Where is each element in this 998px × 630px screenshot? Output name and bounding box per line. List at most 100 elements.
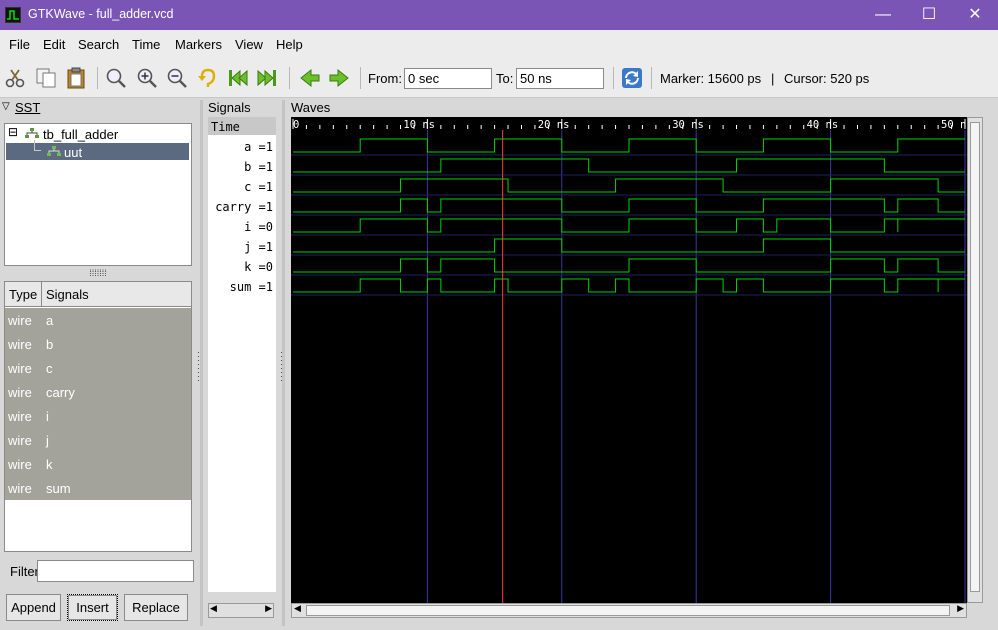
signal-name: j <box>46 433 49 448</box>
toolbar-separator <box>360 67 361 89</box>
waves-horizontal-scrollbar[interactable]: ◀ ▶ <box>291 603 967 618</box>
column-divider[interactable] <box>41 282 42 307</box>
menu-edit[interactable]: Edit <box>43 37 65 52</box>
table-row[interactable]: wire b <box>5 332 191 356</box>
collapse-triangle-icon[interactable]: ▽ <box>2 101 10 112</box>
table-row[interactable]: wire c <box>5 356 191 380</box>
reload-icon[interactable] <box>621 67 643 89</box>
copy-icon[interactable] <box>35 67 57 89</box>
signals-pane: Signals Time a =1 b =1 c =1 carry =1 i =… <box>204 100 280 626</box>
ruler-tick-label: 30 ns <box>672 119 704 131</box>
signal-label-b[interactable]: b =1 <box>244 157 273 177</box>
sst-splitter-handle[interactable]: ⁞⁞⁞⁞⁞⁞⁞ <box>4 268 192 278</box>
scroll-right-icon[interactable]: ▶ <box>957 603 964 614</box>
menu-time[interactable]: Time <box>132 37 160 52</box>
module-icon <box>47 146 61 156</box>
vertical-scroll-thumb[interactable] <box>970 122 980 592</box>
sst-tree: ⊟ tb_full_adder uut <box>4 123 192 266</box>
append-button[interactable]: Append <box>6 594 61 621</box>
signal-label-i[interactable]: i =0 <box>244 217 273 237</box>
signal-name: carry <box>46 385 75 400</box>
signals-pane-title: Signals <box>208 100 251 115</box>
cut-icon[interactable] <box>4 67 26 89</box>
readout-separator: | <box>771 71 775 86</box>
waveform-canvas[interactable]: 0 10 ns 20 ns 30 ns 40 ns 50 ns <box>291 117 967 603</box>
table-row[interactable]: wire a <box>5 308 191 332</box>
menu-help[interactable]: Help <box>276 37 303 52</box>
toolbar: From: To: Marker: 15600 ps | Cursor: 520… <box>0 58 998 98</box>
horizontal-scroll-thumb[interactable] <box>306 605 950 616</box>
signal-name: a <box>46 313 54 328</box>
tree-item-label: uut <box>64 145 83 160</box>
waves-vertical-scrollbar[interactable] <box>967 117 983 603</box>
tree-item-uut[interactable]: uut <box>6 140 189 160</box>
signal-type: wire <box>8 385 32 400</box>
signal-table: Type Signals wire a wire b wire c wire carry… <box>4 281 192 552</box>
filter-input[interactable] <box>37 560 194 582</box>
signal-label-a[interactable]: a =1 <box>244 137 273 157</box>
signal-label-sum[interactable]: sum =1 <box>230 277 273 297</box>
zoom-fit-icon[interactable] <box>105 67 127 89</box>
column-header-type[interactable]: Type <box>9 287 37 302</box>
to-time-input[interactable] <box>516 68 604 89</box>
signal-table-header: Type Signals <box>5 282 191 307</box>
table-row[interactable]: wire sum <box>5 476 191 500</box>
insert-button[interactable]: Insert <box>67 594 118 621</box>
go-to-start-icon[interactable] <box>227 67 249 89</box>
menu-search[interactable]: Search <box>78 37 119 52</box>
signal-type: wire <box>8 409 32 424</box>
zoom-out-icon[interactable] <box>166 67 188 89</box>
signal-label-k[interactable]: k =0 <box>244 257 273 277</box>
go-to-end-icon[interactable] <box>256 67 278 89</box>
signal-type: wire <box>8 313 32 328</box>
signals-horizontal-scrollbar[interactable]: ◀ ▶ <box>208 603 274 618</box>
step-forward-icon[interactable] <box>328 67 350 89</box>
signal-label-c[interactable]: c =1 <box>244 177 273 197</box>
signal-name: c <box>46 361 53 376</box>
sst-header[interactable]: ▽ SST <box>2 100 200 116</box>
menu-view[interactable]: View <box>235 37 263 52</box>
to-label: To: <box>496 71 514 86</box>
table-row[interactable]: wire k <box>5 452 191 476</box>
cursor-readout: Cursor: 520 ps <box>784 71 870 86</box>
scroll-right-icon[interactable]: ▶ <box>265 603 272 614</box>
window-title: GTKWave - full_adder.vcd <box>28 7 174 21</box>
signal-name: sum <box>46 481 71 496</box>
undo-icon[interactable] <box>197 67 219 89</box>
signal-label-carry[interactable]: carry =1 <box>215 197 273 217</box>
column-header-signals[interactable]: Signals <box>46 287 89 302</box>
tree-expander-icon[interactable]: ⊟ <box>8 124 18 141</box>
gtkwave-app-icon <box>5 7 21 23</box>
signal-label-j[interactable]: j =1 <box>244 237 273 257</box>
paste-icon[interactable] <box>65 67 87 89</box>
zoom-in-icon[interactable] <box>136 67 158 89</box>
signal-type: wire <box>8 481 32 496</box>
time-row-label: Time <box>208 117 276 135</box>
table-row[interactable]: wire i <box>5 404 191 428</box>
scroll-left-icon[interactable]: ◀ <box>210 603 217 614</box>
signal-table-rows: wire a wire b wire c wire carry wire i wire j … <box>5 308 191 500</box>
table-row[interactable]: wire j <box>5 428 191 452</box>
divider-grip-icon[interactable]: · · · · · · · · <box>197 348 200 385</box>
from-time-input[interactable] <box>404 68 492 89</box>
tree-item-tb-full-adder[interactable]: ⊟ tb_full_adder <box>5 125 191 142</box>
menu-markers[interactable]: Markers <box>175 37 222 52</box>
table-row[interactable]: wire carry <box>5 380 191 404</box>
scroll-left-icon[interactable]: ◀ <box>294 603 301 614</box>
replace-button[interactable]: Replace <box>124 594 188 621</box>
menu-file[interactable]: File <box>9 37 30 52</box>
ruler-tick-label: 50 ns <box>941 119 967 131</box>
module-icon <box>25 128 39 138</box>
maximize-button[interactable]: ☐ <box>906 0 952 30</box>
pane-divider-left[interactable] <box>200 100 203 626</box>
title-bar: GTKWave - full_adder.vcd — ☐ ✕ <box>0 0 998 30</box>
menu-bar: File Edit Search Time Markers View Help <box>0 30 998 58</box>
signal-name: b <box>46 337 54 352</box>
ruler-tick-label: 0 <box>293 119 299 131</box>
minimize-button[interactable]: — <box>860 0 906 30</box>
divider-grip-icon[interactable]: · · · · · · · · <box>280 348 283 385</box>
step-back-icon[interactable] <box>299 67 321 89</box>
tree-branch-line <box>34 140 41 151</box>
close-button[interactable]: ✕ <box>952 0 998 30</box>
toolbar-separator <box>289 67 290 89</box>
